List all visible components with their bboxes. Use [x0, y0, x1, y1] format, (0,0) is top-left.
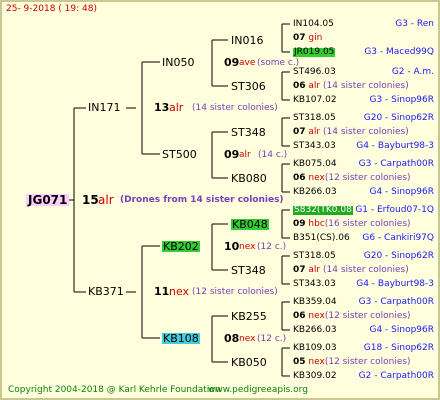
- gen3-note: (14 sister colonies): [323, 265, 409, 275]
- print-date: 25- 9-2018 ( 19: 48): [6, 4, 97, 14]
- gen3-number: 07: [293, 265, 306, 275]
- gen4-origin: G3 - Carpath00R: [358, 159, 434, 169]
- gen3-name: KB050: [231, 356, 267, 369]
- gen4-origin: G3 - Sinop96R: [369, 95, 434, 105]
- gen4-origin: G3 - Carpath00R: [358, 297, 434, 307]
- gen4-name: ST496.03: [293, 67, 336, 77]
- gen2-name: IN050: [162, 56, 195, 69]
- gen3-note: (12 sister colonies): [324, 357, 411, 367]
- root-queen-mark: alr: [98, 193, 114, 207]
- gen4-origin: G3 - Maced99Q: [364, 47, 434, 57]
- gen4-origin: G4 - Bayburt98-3: [356, 279, 434, 289]
- gen3-number: 05: [293, 357, 306, 367]
- gen4-origin: G2 - A.m.: [391, 67, 434, 77]
- gen4-name: B351(CS).06: [293, 233, 350, 243]
- gen2-note: (12 c.): [257, 334, 287, 344]
- gen4-origin: G4 - Bayburt98-3: [356, 141, 434, 151]
- pedigree-chart: 25- 9-2018 ( 19: 48) JG071 15 alr (Drone…: [0, 0, 440, 400]
- gen4-name: IN104.05: [293, 19, 334, 29]
- gen2-number: 10: [224, 240, 240, 253]
- gen3-number: 06: [293, 311, 306, 321]
- gen3-name: ST348: [231, 126, 266, 139]
- gen3-mark: nex: [308, 173, 325, 183]
- gen2-name: KB108: [162, 332, 200, 345]
- gen2-number: 08: [224, 332, 240, 345]
- dam-number: 11: [154, 285, 170, 298]
- gen3-name: IN016: [231, 34, 264, 47]
- gen3-number: 07: [293, 127, 306, 137]
- gen3-note: (14 sister colonies): [323, 127, 409, 137]
- gen4-origin: G1 - Erfoud07-1Q: [355, 205, 434, 215]
- gen3-mark: gin: [308, 33, 323, 43]
- gen4-name: S832(TK0.08: [293, 205, 353, 215]
- gen2-mark: alr: [239, 150, 251, 160]
- sire-number: 13: [154, 101, 170, 114]
- gen4-name: KB309.02: [293, 371, 337, 381]
- gen4-origin: G4 - Sinop96R: [369, 187, 434, 197]
- gen3-mark: alr: [308, 265, 321, 275]
- gen2-name: KB202: [162, 240, 200, 253]
- gen3-number: 06: [293, 81, 306, 91]
- dam-name: KB371: [88, 285, 124, 298]
- gen4-name: ST343.03: [293, 141, 336, 151]
- gen3-mark: alr: [308, 81, 321, 91]
- gen4-origin: G3 - Ren: [395, 19, 434, 29]
- gen3-number: 06: [293, 173, 306, 183]
- gen4-origin: G6 - Cankiri97Q: [362, 233, 434, 243]
- gen3-number: 07: [293, 33, 306, 43]
- gen3-mark: nex: [308, 357, 325, 367]
- gen4-name: KB075.04: [293, 159, 337, 169]
- gen4-name: ST318.05: [293, 251, 336, 261]
- gen2-number: 09: [224, 148, 240, 161]
- gen4-name: KB359.04: [293, 297, 337, 307]
- root-queen-number: 15: [82, 193, 99, 207]
- footer-url[interactable]: www.pedigreeapis.org: [208, 386, 308, 395]
- sire-mark: alr: [169, 101, 184, 114]
- root-queen-note: (Drones from 14 sister colonies): [120, 195, 284, 205]
- gen3-note: (14 sister colonies): [323, 81, 409, 91]
- gen3-mark: hbc: [308, 219, 325, 229]
- gen3-note: (16 sister colonies): [324, 219, 411, 229]
- gen3-name: KB255: [231, 310, 267, 323]
- gen4-origin: G20 - Sinop62R: [363, 251, 434, 261]
- root-queen-name: JG071: [26, 193, 70, 207]
- gen2-name: ST500: [162, 148, 197, 161]
- gen4-origin: G2 - Carpath00R: [358, 371, 434, 381]
- gen4-name: ST343.03: [293, 279, 336, 289]
- gen4-name: KB266.03: [293, 187, 337, 197]
- gen3-number: 09: [293, 219, 306, 229]
- gen2-mark: nex: [239, 242, 256, 252]
- gen4-origin: G18 - Sinop62R: [363, 343, 434, 353]
- gen2-note: (12 c.): [257, 242, 287, 252]
- gen3-note: (12 sister colonies): [324, 173, 411, 183]
- footer-copyright: Copyright 2004-2018 @ Karl Kehrle Founda…: [8, 385, 221, 395]
- gen3-mark: nex: [308, 311, 325, 321]
- gen4-origin: G4 - Sinop96R: [369, 325, 434, 335]
- gen3-name: KB048: [231, 218, 269, 231]
- sire-note: (14 sister colonies): [192, 103, 278, 113]
- gen4-origin: G20 - Sinop62R: [363, 113, 434, 123]
- gen2-mark: ave: [239, 58, 256, 68]
- gen4-name: JR019.05: [293, 47, 336, 57]
- gen3-name: ST306: [231, 80, 266, 93]
- gen3-mark: alr: [308, 127, 321, 137]
- gen4-name: KB109.03: [293, 343, 337, 353]
- gen3-name: KB080: [231, 172, 267, 185]
- sire-name: IN171: [88, 101, 121, 114]
- gen4-name: ST318.05: [293, 113, 336, 123]
- gen4-name: KB107.02: [293, 95, 337, 105]
- gen3-name: ST348: [231, 264, 266, 277]
- gen2-note: (14 c.): [258, 150, 288, 160]
- dam-mark: nex: [169, 285, 190, 298]
- dam-note: (12 sister colonies): [192, 287, 278, 297]
- gen3-note: (12 sister colonies): [324, 311, 411, 321]
- gen2-mark: nex: [239, 334, 256, 344]
- gen2-number: 09: [224, 56, 240, 69]
- gen4-name: KB266.03: [293, 325, 337, 335]
